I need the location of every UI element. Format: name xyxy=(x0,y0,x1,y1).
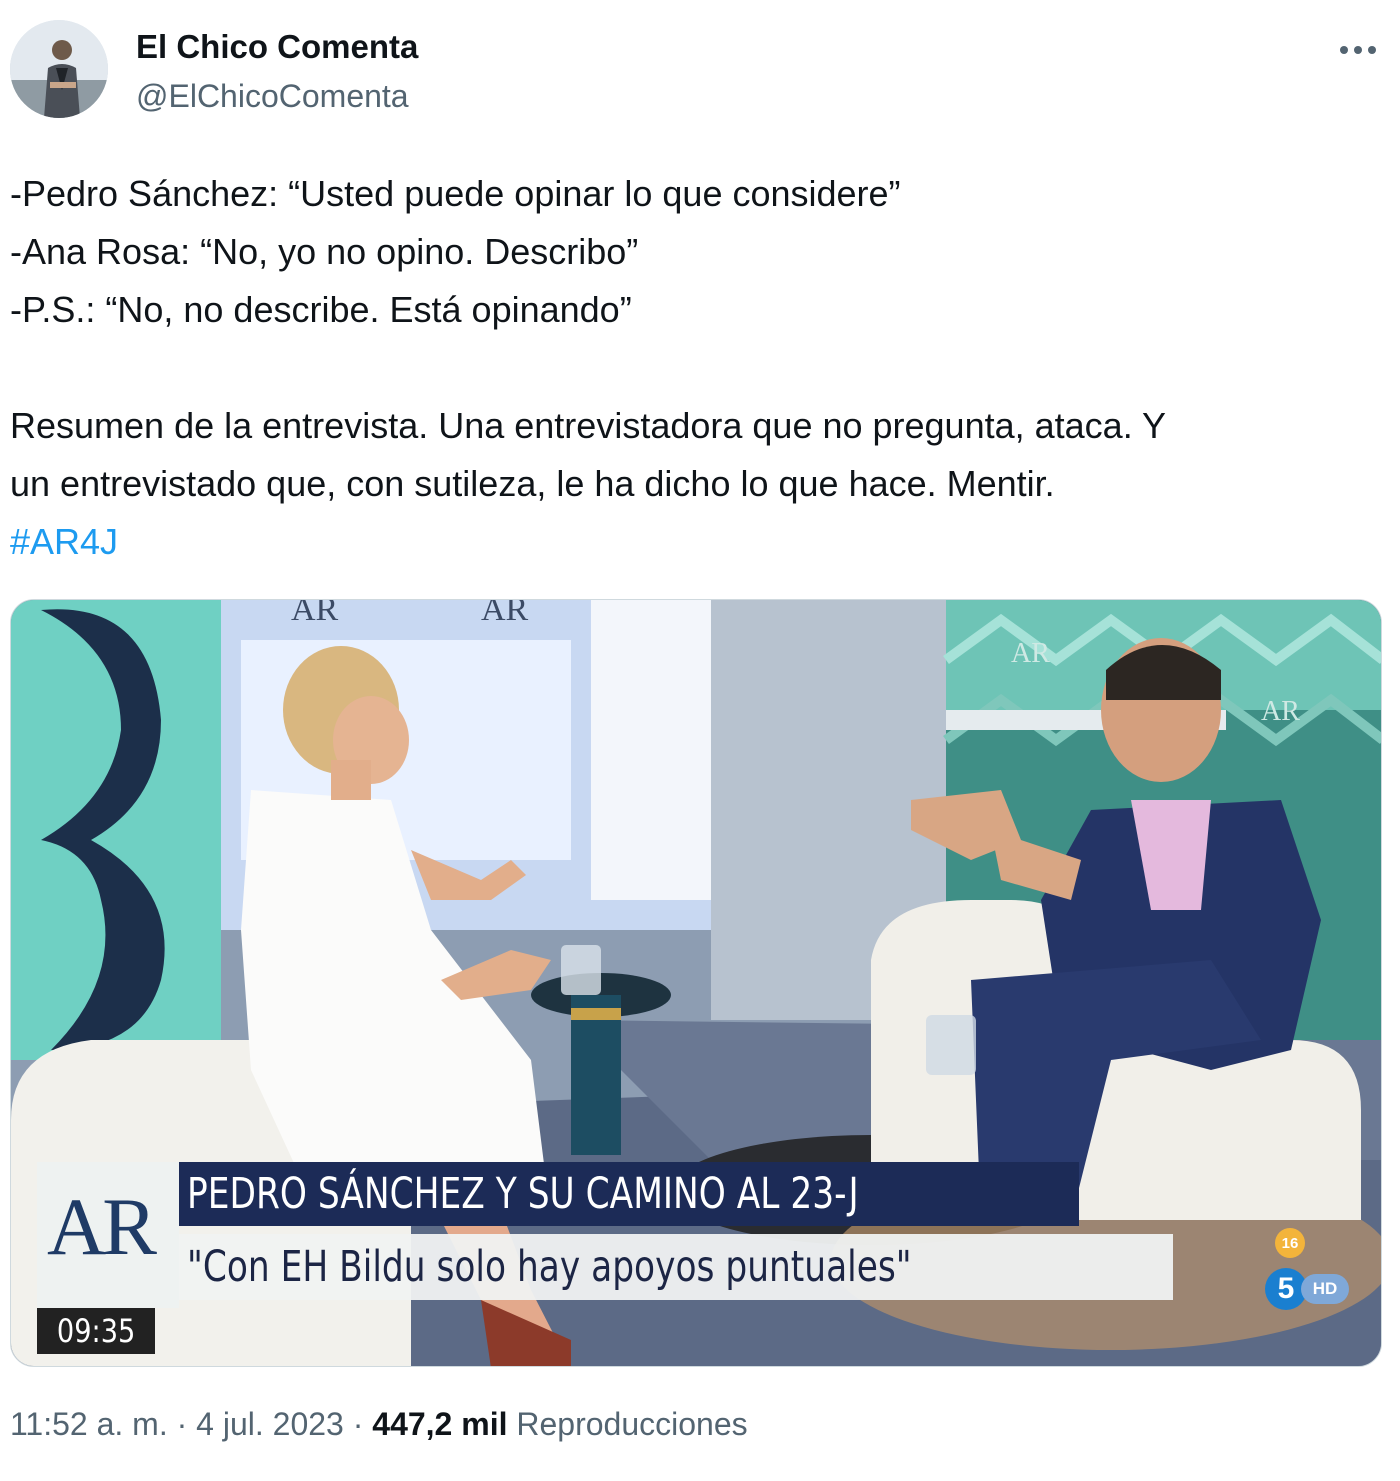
tweet-line: -P.S.: “No, no describe. Está opinando” xyxy=(10,289,632,330)
svg-text:AR: AR xyxy=(481,600,529,628)
clock-text: 09:35 xyxy=(56,1312,136,1350)
age-rating-badge: 16 xyxy=(1275,1228,1305,1258)
tweet-line: un entrevistado que, con sutileza, le ha… xyxy=(10,463,1055,504)
views-count: 447,2 mil xyxy=(372,1406,508,1442)
tweet-text: -Pedro Sánchez: “Usted puede opinar lo q… xyxy=(10,165,1385,571)
hashtag-link[interactable]: #AR4J xyxy=(10,513,1385,571)
more-icon[interactable] xyxy=(1330,26,1386,74)
tweet-header: El Chico Comenta @ElChicoComenta xyxy=(10,20,1390,130)
svg-text:AR: AR xyxy=(291,600,339,628)
channel-hd: HD xyxy=(1301,1274,1349,1304)
tweet-date[interactable]: 4 jul. 2023 xyxy=(196,1406,344,1442)
tweet-time[interactable]: 11:52 a. m. xyxy=(10,1406,168,1442)
more-horizontal-icon xyxy=(1340,46,1376,54)
headline-text: PEDRO SÁNCHEZ Y SU CAMINO AL 23-J xyxy=(187,1169,859,1219)
tweet-line: Resumen de la entrevista. Una entrevista… xyxy=(10,405,1167,446)
broadcast-clock: 09:35 xyxy=(37,1308,155,1354)
tweet-line: -Ana Rosa: “No, yo no opino. Describo” xyxy=(10,231,639,272)
author-handle[interactable]: @ElChicoComenta xyxy=(136,78,409,115)
avatar-image xyxy=(10,20,108,118)
meta-separator: · xyxy=(352,1406,364,1442)
views-label: Reproducciones xyxy=(516,1406,748,1442)
subheadline-text: "Con EH Bildu solo hay apoyos puntuales" xyxy=(187,1242,912,1292)
video-player[interactable]: AR AR AR AR AR PEDRO SÁNCHEZ Y SU CAMINO… xyxy=(10,599,1382,1367)
channel-logo: 5 HD xyxy=(1265,1264,1357,1314)
tweet-line: -Pedro Sánchez: “Usted puede opinar lo q… xyxy=(10,173,901,214)
author-name[interactable]: El Chico Comenta xyxy=(136,28,418,66)
lower-third: AR PEDRO SÁNCHEZ Y SU CAMINO AL 23-J "Co… xyxy=(37,1162,1173,1308)
tweet-meta: 11:52 a. m. · 4 jul. 2023 · 447,2 mil Re… xyxy=(10,1406,748,1443)
avatar[interactable] xyxy=(10,20,108,118)
meta-separator: · xyxy=(176,1406,188,1442)
svg-text:AR: AR xyxy=(1011,638,1050,669)
program-logo: AR xyxy=(47,1181,157,1272)
svg-text:AR: AR xyxy=(1261,696,1300,727)
